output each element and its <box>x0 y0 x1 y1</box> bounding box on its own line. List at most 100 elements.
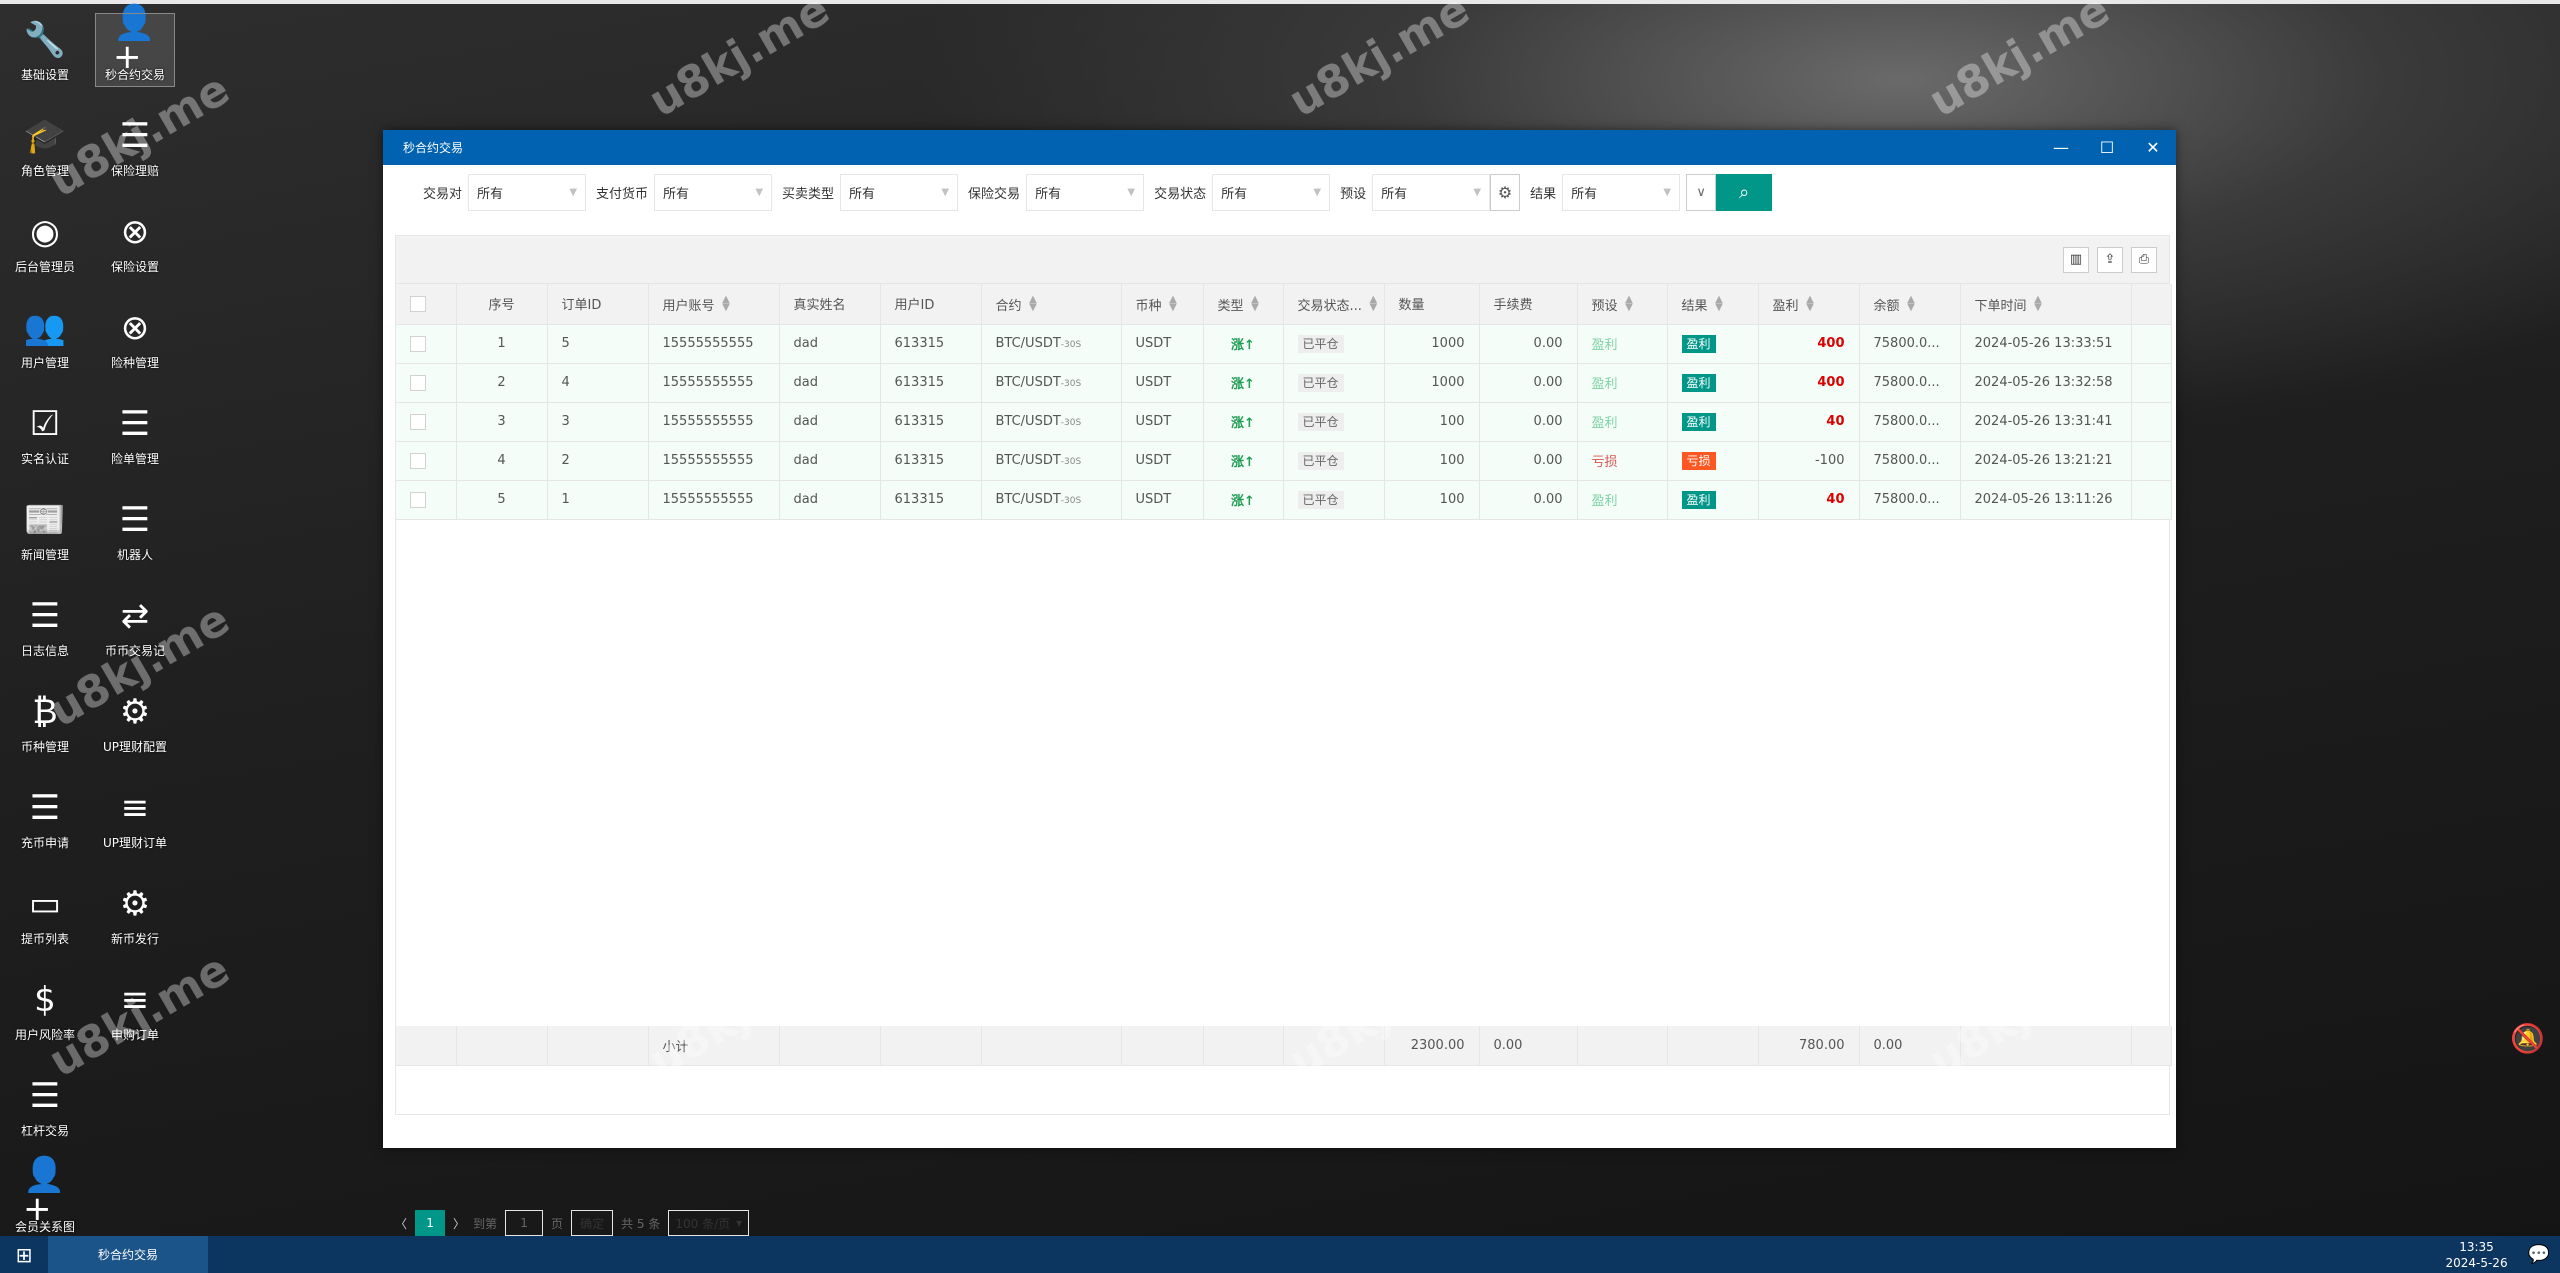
sort-icon[interactable]: ▲▼ <box>1168 294 1179 310</box>
profit: 40 <box>1826 414 1845 429</box>
sidebar-item-20[interactable]: $ 用户风险率 <box>0 970 90 1066</box>
goto-page-input[interactable]: 1 <box>505 1210 544 1236</box>
sidebar-item-1[interactable]: 👤+ 秒合约交易 <box>95 6 175 87</box>
sidebar-item-2[interactable]: 🎓 角色管理 <box>0 106 90 202</box>
column-header[interactable]: 类型 ▲▼ <box>1203 284 1284 325</box>
sidebar-item-label: 币种管理 <box>20 740 69 754</box>
check-square-icon: ☑ <box>29 404 61 444</box>
search-button[interactable]: ⌕ <box>1716 173 1773 211</box>
column-header[interactable]: 币种 ▲▼ <box>1121 284 1204 325</box>
sidebar-item-17[interactable]: ≡ UP理财订单 <box>90 778 180 874</box>
sort-icon[interactable]: ▲▼ <box>1906 294 1917 310</box>
table-row[interactable]: 4 2 15555555555 dad 613315 BTC/USDT-30S USDT 涨↑… <box>396 441 2172 481</box>
column-header[interactable]: 预设 ▲▼ <box>1577 284 1668 325</box>
columns-icon[interactable]: ▥ <box>2063 246 2089 273</box>
row-checkbox[interactable] <box>410 413 426 430</box>
sort-icon[interactable]: ▲▼ <box>1624 294 1635 310</box>
clock[interactable]: 13:35 2024-5-26 <box>2445 1239 2507 1271</box>
filter-select[interactable]: 所有 ▼ <box>1372 173 1491 211</box>
windows-start-icon[interactable]: ⊞ <box>0 1236 48 1273</box>
row-checkbox[interactable] <box>410 335 426 352</box>
preset-settings-icon[interactable]: ⚙ <box>1490 173 1521 211</box>
column-header[interactable]: 余额 ▲▼ <box>1859 284 1961 325</box>
row-checkbox[interactable] <box>410 374 426 391</box>
column-header[interactable]: 下单时间 ▲▼ <box>1960 284 2132 325</box>
page-1-button[interactable]: 1 <box>415 1210 446 1236</box>
profit-cell: 40 <box>1758 480 1860 520</box>
prev-page-button[interactable]: 〈 <box>395 1215 407 1232</box>
users-icon: 👥 <box>23 308 67 348</box>
filter-select[interactable]: 所有 ▼ <box>1212 173 1331 211</box>
sidebar-item-5[interactable]: ⊗ 保险设置 <box>90 202 180 298</box>
confirm-page-button[interactable]: 确定 <box>571 1210 614 1236</box>
table-row[interactable]: 5 1 15555555555 dad 613315 BTC/USDT-30S USDT 涨↑… <box>396 480 2172 520</box>
page-size-select[interactable]: 100 条/页 ▾ <box>668 1210 750 1236</box>
minimize-icon[interactable]: — <box>2038 138 2084 157</box>
sort-icon[interactable]: ▲▼ <box>1250 294 1261 310</box>
sidebar-item-21[interactable]: ≡ 申购订单 <box>90 970 180 1066</box>
sidebar-item-15[interactable]: ⚙ UP理财配置 <box>90 682 180 778</box>
preset-cell: 盈利 <box>1577 324 1668 364</box>
page-label: 页 <box>551 1216 564 1231</box>
sidebar-item-label: 日志信息 <box>20 644 69 658</box>
filter-select[interactable]: 所有 ▼ <box>654 173 773 211</box>
column-header[interactable]: 合约 ▲▼ <box>981 284 1122 325</box>
sidebar-item-22[interactable]: ☰ 杠杆交易 <box>0 1066 90 1162</box>
sidebar-item-0[interactable]: 🔧 基础设置 <box>0 10 90 106</box>
table-row[interactable]: 2 4 15555555555 dad 613315 BTC/USDT-30S USDT 涨↑… <box>396 363 2172 403</box>
preset-cell: 盈利 <box>1577 363 1668 403</box>
sidebar-item-4[interactable]: ◉ 后台管理员 <box>0 202 90 298</box>
column-header[interactable]: 交易状态... ▲▼ <box>1283 284 1385 325</box>
taskbar-item-seconds-contract[interactable]: 秒合约交易 <box>48 1236 208 1273</box>
bell-off-icon[interactable]: 🔕 <box>2510 1022 2545 1055</box>
sidebar-item-6[interactable]: 👥 用户管理 <box>0 298 90 394</box>
sidebar-item-10[interactable]: 📰 新闻管理 <box>0 490 90 586</box>
export-icon[interactable]: ⇪ <box>2097 246 2123 273</box>
sort-icon[interactable]: ▲▼ <box>2033 294 2044 310</box>
notification-icon[interactable]: 💬 <box>2528 1244 2550 1265</box>
sidebar-item-8[interactable]: ☑ 实名认证 <box>0 394 90 490</box>
preset-cell: 亏损 <box>1577 441 1668 481</box>
sidebar-item-9[interactable]: ☰ 险单管理 <box>90 394 180 490</box>
sidebar-item-19[interactable]: ⚙ 新币发行 <box>90 874 180 970</box>
table-row[interactable]: 1 5 15555555555 dad 613315 BTC/USDT-30S USDT 涨↑… <box>396 324 2172 364</box>
user-id-cell: 613315 <box>880 441 982 481</box>
sort-icon[interactable]: ▲▼ <box>1368 294 1379 310</box>
column-header[interactable]: 结果 ▲▼ <box>1667 284 1759 325</box>
expand-filters-button[interactable]: ∨ <box>1686 173 1717 211</box>
maximize-icon[interactable]: ☐ <box>2084 138 2130 157</box>
sidebar-item-14[interactable]: ₿ 币种管理 <box>0 682 90 778</box>
close-icon[interactable]: ✕ <box>2130 138 2176 157</box>
sidebar-item-16[interactable]: ☰ 充币申请 <box>0 778 90 874</box>
filter-select[interactable]: 所有 ▼ <box>1562 173 1681 211</box>
profit-cell: 40 <box>1758 402 1860 442</box>
dialog-titlebar[interactable]: 秒合约交易 — ☐ ✕ <box>383 130 2176 165</box>
filter-select[interactable]: 所有 ▼ <box>468 173 587 211</box>
sidebar-item-18[interactable]: ▭ 提币列表 <box>0 874 90 970</box>
print-icon[interactable]: ⎙ <box>2131 246 2157 273</box>
graduation-cap-icon: 🎓 <box>23 116 67 156</box>
table-row[interactable]: 3 3 15555555555 dad 613315 BTC/USDT-30S USDT 涨↑… <box>396 402 2172 442</box>
select-all-checkbox[interactable] <box>410 295 426 312</box>
row-checkbox[interactable] <box>410 452 426 469</box>
filter-select[interactable]: 所有 ▼ <box>840 173 959 211</box>
sort-icon[interactable]: ▲▼ <box>1805 294 1816 310</box>
column-header[interactable]: 盈利 ▲▼ <box>1758 284 1860 325</box>
sidebar-item-11[interactable]: ☰ 机器人 <box>90 490 180 586</box>
sort-icon[interactable]: ▲▼ <box>1028 294 1039 310</box>
contract-pair: BTC/USDT <box>995 492 1061 507</box>
sidebar-item-13[interactable]: ⇄ 币币交易记 <box>90 586 180 682</box>
sort-icon[interactable]: ▲▼ <box>1714 294 1725 310</box>
filter-value: 所有 <box>1571 186 1598 202</box>
row-checkbox[interactable] <box>410 491 426 508</box>
next-page-button[interactable]: 〉 <box>453 1215 465 1232</box>
fee-cell: 0.00 <box>1479 402 1578 442</box>
column-header[interactable]: 用户账号 ▲▼ <box>648 284 780 325</box>
sidebar-item-12[interactable]: ☰ 日志信息 <box>0 586 90 682</box>
sidebar-item-7[interactable]: ⊗ 险种管理 <box>90 298 180 394</box>
sidebar-item-3[interactable]: ☰ 保险理赔 <box>90 106 180 202</box>
sort-icon[interactable]: ▲▼ <box>721 294 732 310</box>
row-filler <box>2131 402 2172 442</box>
result: 盈利 <box>1681 374 1716 392</box>
filter-select[interactable]: 所有 ▼ <box>1026 173 1145 211</box>
